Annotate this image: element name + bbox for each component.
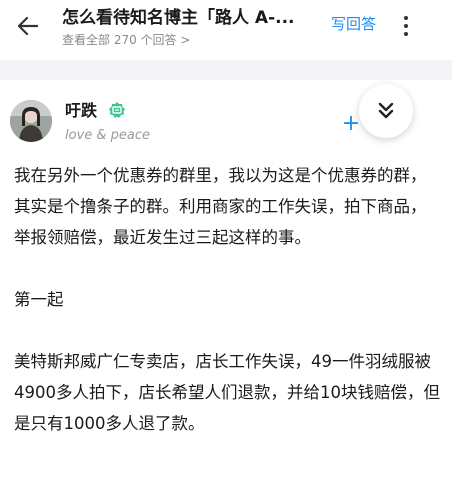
top-bar: 怎么看待知名博主「路人 A-... 查看全部 270 个回答 > 写回答 — [0, 0, 452, 54]
back-arrow-icon — [17, 16, 38, 36]
collapse-button[interactable] — [359, 84, 413, 138]
double-chevron-down-icon — [378, 102, 394, 119]
verified-badge-icon — [109, 102, 125, 118]
view-all-answers-link[interactable]: 查看全部 270 个回答 > — [62, 32, 190, 48]
more-menu-button[interactable] — [395, 10, 417, 42]
section-divider — [0, 60, 452, 80]
question-title[interactable]: 怎么看待知名博主「路人 A-... — [62, 7, 324, 29]
paragraph-case-one: 美特斯邦威广仁专卖店，店长工作失误，49一件羽绒服被4900多人拍下，店长希望人… — [14, 352, 440, 433]
paragraph-heading: 第一起 — [14, 290, 64, 309]
answer-page: 怎么看待知名博主「路人 A-... 查看全部 270 个回答 > 写回答 吁跌 … — [0, 0, 452, 500]
author-avatar[interactable] — [10, 100, 52, 142]
answer-content: 我在另外一个优惠券的群里，我以为这是个优惠券的群，其实是个撸条子的群。利用商家的… — [14, 160, 442, 439]
more-vertical-icon — [404, 16, 408, 20]
author-bio: love & peace — [65, 128, 151, 143]
avatar-image — [10, 100, 52, 142]
write-answer-button[interactable]: 写回答 — [331, 14, 376, 34]
paragraph-intro: 我在另外一个优惠券的群里，我以为这是个优惠券的群，其实是个撸条子的群。利用商家的… — [14, 166, 427, 247]
back-button[interactable] — [10, 8, 44, 44]
author-name[interactable]: 吁跌 — [65, 101, 97, 121]
